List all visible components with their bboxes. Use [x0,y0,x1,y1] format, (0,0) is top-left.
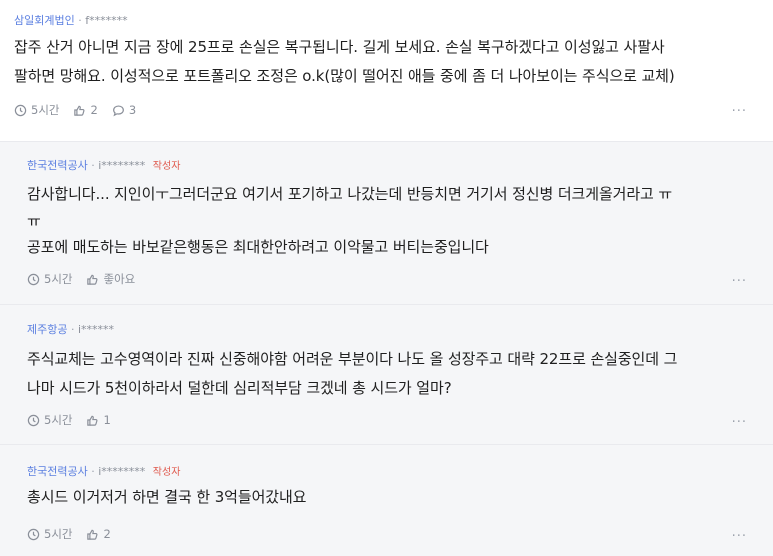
timestamp: 5시간 [27,272,72,286]
comment-author[interactable]: 한국전력공사 · i******** 작성자 [27,465,180,480]
author-badge: 작성자 [152,467,181,478]
thumbs-up-icon [87,529,98,540]
comment-footer: 5시간 2 3 [14,103,150,117]
thumbs-up-icon [87,415,98,426]
reply-comment: 한국전력공사 · i******** 작성자 감사합니다... 지인이ㅜ그러더군… [0,141,773,304]
comment: 삼일회계법인 · f******* 잡주 산거 아니면 지금 장에 25프로 손… [0,0,773,141]
comment-line: 잡주 산거 아니면 지금 장에 25프로 손실은 복구됩니다. 길게 보세요. … [14,38,665,56]
time-text: 5시간 [31,103,60,117]
thumbs-up-icon [87,274,98,285]
clock-icon [14,104,27,116]
comment-author[interactable]: 삼일회계법인 · f******* [14,14,128,28]
comment-thread: 삼일회계법인 · f******* 잡주 산거 아니면 지금 장에 25프로 손… [0,0,773,556]
reply-button[interactable]: 3 [112,103,136,117]
meta-separator: · [70,323,75,336]
company-name: 제주항공 [27,323,68,336]
more-options-button[interactable]: ··· [732,104,747,119]
comment-author[interactable]: 제주항공 · i****** [27,323,114,337]
comment-body: 주식교체는 고수영역이라 진짜 신중해야함 어려운 부분이다 나도 올 성장주고… [27,345,762,403]
company-name: 한국전력공사 [27,159,88,172]
user-handle: i****** [77,323,115,336]
more-options-button[interactable]: ··· [732,274,747,289]
company-name: 한국전력공사 [27,465,88,478]
meta-separator: · [91,465,95,478]
like-label: 좋아요 [103,272,136,286]
comment-author[interactable]: 한국전력공사 · i******** 작성자 [27,159,180,174]
like-count: 2 [103,527,111,541]
clock-icon [27,528,40,540]
like-button[interactable]: 2 [73,103,98,117]
timestamp: 5시간 [27,527,72,541]
meta-separator: · [78,14,82,27]
comment-bubble-icon [112,104,124,116]
more-options-button[interactable]: ··· [732,415,747,430]
like-button[interactable]: 2 [86,527,111,541]
time-text: 5시간 [44,272,73,286]
company-name: 삼일회계법인 [14,14,75,27]
meta-separator: · [91,159,95,172]
user-handle: i******** [98,159,146,172]
comment-line: 나마 시드가 5천이하라서 덜한데 심리적부담 크겠네 총 시드가 얼마? [27,379,452,397]
comment-line: 공포에 매도하는 바보같은행동은 최대한안하려고 이악물고 버티는중입니다 [27,238,489,256]
thumbs-up-icon [74,105,85,116]
clock-icon [27,273,40,285]
reply-comment: 한국전력공사 · i******** 작성자 총시드 이거저거 하면 결국 한 … [0,444,773,556]
comment-body: 총시드 이거저거 하면 결국 한 3억들어갔내요 [27,483,762,512]
clock-icon [27,414,40,426]
timestamp: 5시간 [14,103,59,117]
like-button[interactable]: 좋아요 [86,272,135,286]
comment-line: 감사합니다... 지인이ㅜ그러더군요 여기서 포기하고 나갔는데 반등치면 거기… [27,185,673,203]
comment-body: 감사합니다... 지인이ㅜ그러더군요 여기서 포기하고 나갔는데 반등치면 거기… [27,180,762,262]
comment-body: 잡주 산거 아니면 지금 장에 25프로 손실은 복구됩니다. 길게 보세요. … [14,33,764,91]
comment-line: 팔하면 망해요. 이성적으로 포트폴리오 조정은 o.k(많이 떨어진 애들 중… [14,67,675,85]
like-count: 2 [90,103,98,117]
comment-line: ㅠ [27,212,41,230]
comment-footer: 5시간 2 [27,527,125,541]
reply-comment: 제주항공 · i****** 주식교체는 고수영역이라 진짜 신중해야함 어려운… [0,304,773,444]
comment-line: 주식교체는 고수영역이라 진짜 신중해야함 어려운 부분이다 나도 올 성장주고… [27,350,678,368]
time-text: 5시간 [44,413,73,427]
like-count: 1 [103,413,111,427]
user-handle: i******** [98,465,146,478]
user-handle: f******* [85,14,128,27]
comment-footer: 5시간 1 [27,413,125,427]
comment-line: 총시드 이거저거 하면 결국 한 3억들어갔내요 [27,488,307,506]
author-badge: 작성자 [152,161,181,172]
time-text: 5시간 [44,527,73,541]
like-button[interactable]: 1 [86,413,111,427]
comment-footer: 5시간 좋아요 [27,272,149,286]
timestamp: 5시간 [27,413,72,427]
reply-count: 3 [128,103,137,117]
more-options-button[interactable]: ··· [732,529,747,544]
